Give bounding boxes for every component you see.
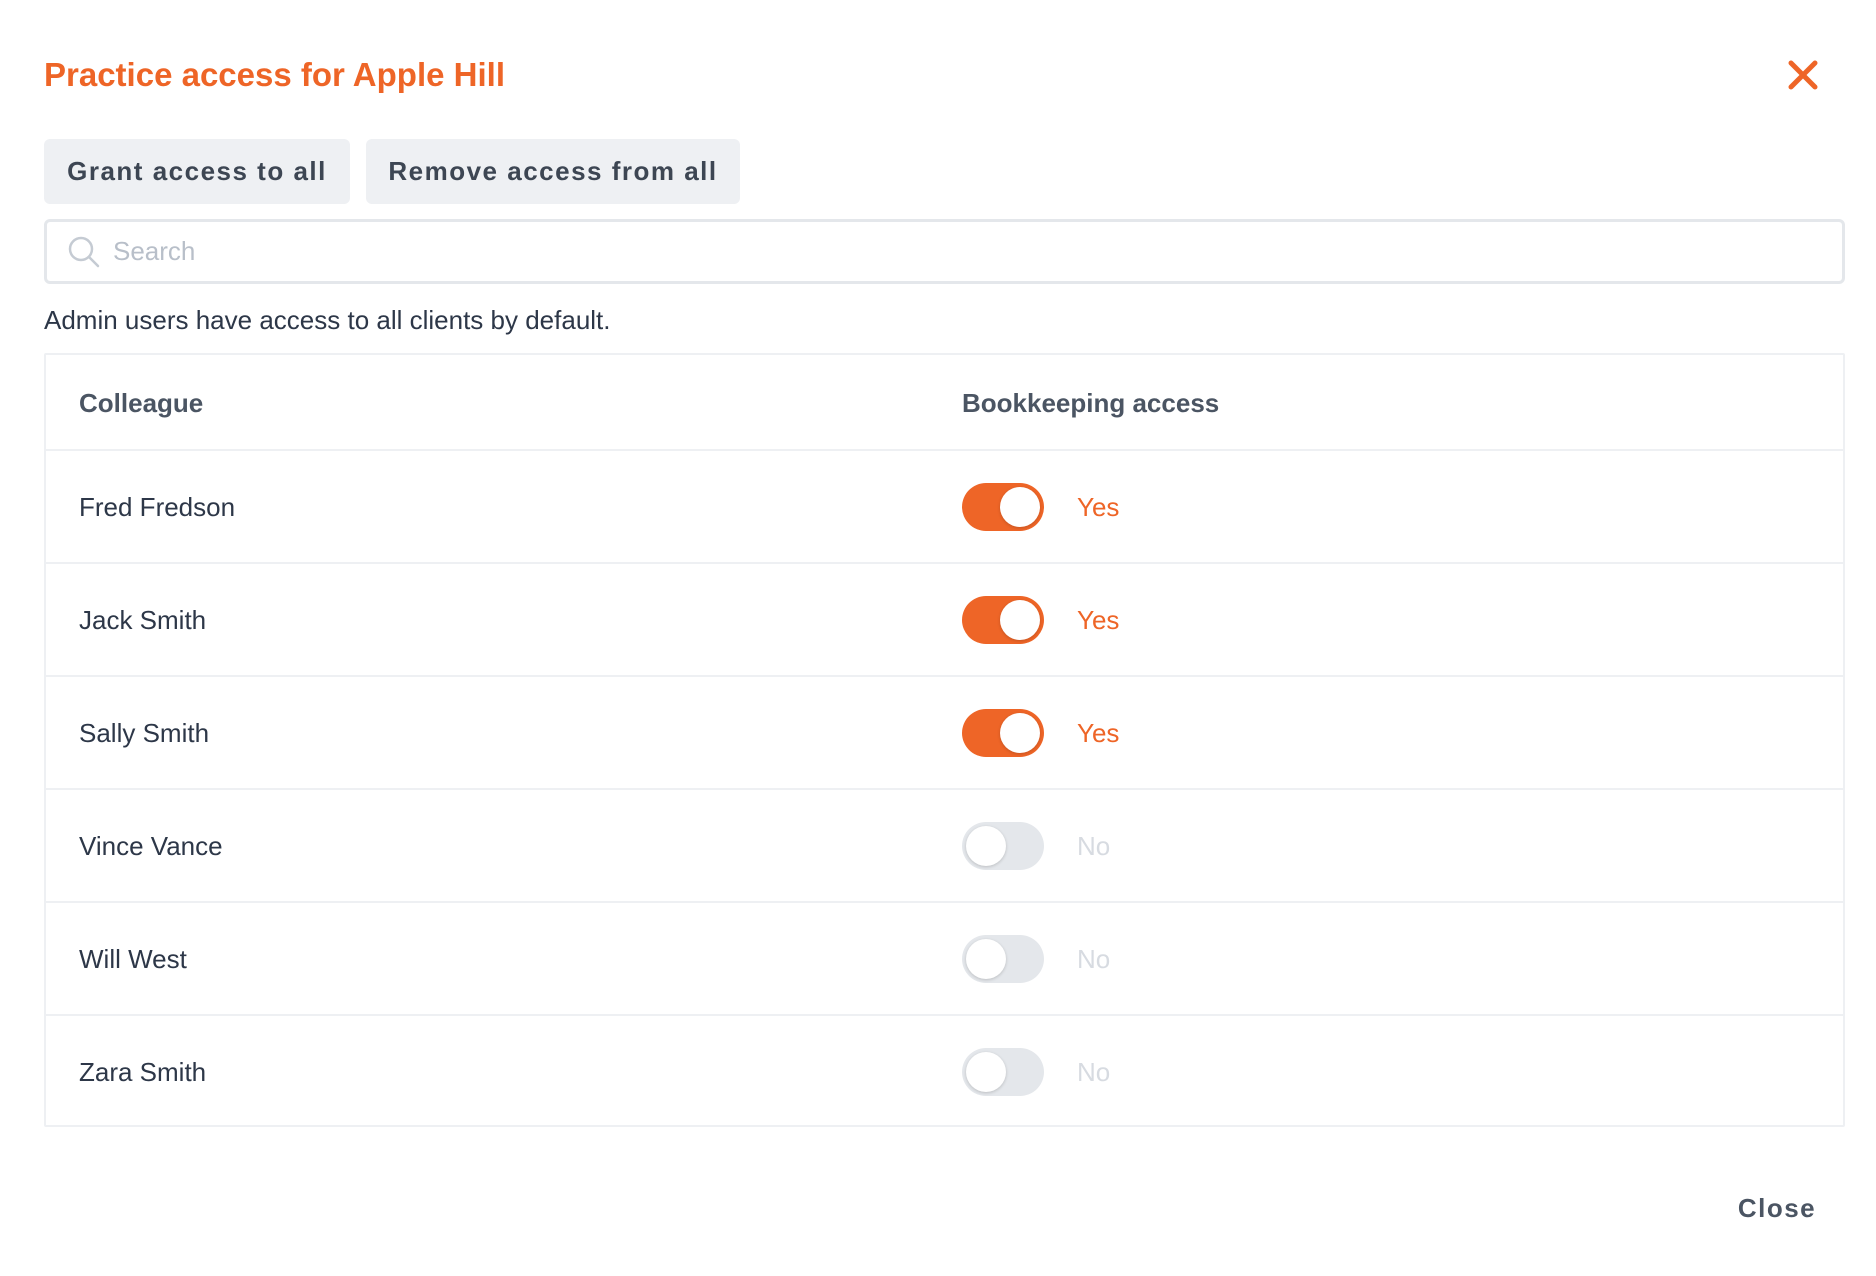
colleague-name: Vince Vance [79,831,223,861]
access-status: Yes [1077,492,1120,522]
remove-access-from-all-button[interactable]: Remove access from all [366,139,740,204]
close-button[interactable]: Close [1722,1183,1832,1233]
access-status: Yes [1077,605,1120,635]
access-toggle[interactable] [962,822,1044,870]
table-row: Fred Fredson Yes [46,451,1843,564]
toggle-knob [966,939,1006,979]
search-icon [67,235,101,269]
colleague-name: Will West [79,944,187,974]
table-header: Colleague Bookkeeping access [46,355,1843,451]
access-toggle[interactable] [962,1048,1044,1096]
access-status: No [1077,1057,1111,1087]
colleague-name: Jack Smith [79,605,207,635]
access-status: No [1077,944,1111,974]
colleague-name: Zara Smith [79,1057,207,1087]
toggle-knob [966,1052,1006,1092]
toggle-knob [1000,487,1040,527]
access-toggle[interactable] [962,596,1044,644]
toggle-knob [966,826,1006,866]
access-toggle[interactable] [962,483,1044,531]
dialog-title: Practice access for Apple Hill [44,56,505,93]
access-toggle[interactable] [962,935,1044,983]
close-icon[interactable] [1786,58,1820,92]
admin-info-text: Admin users have access to all clients b… [44,305,611,335]
search-input[interactable] [113,236,1842,267]
access-status: No [1077,831,1111,861]
column-header-colleague: Colleague [79,387,204,418]
grant-access-to-all-button[interactable]: Grant access to all [44,139,350,204]
table-row: Jack Smith Yes [46,564,1843,677]
table-row: Zara Smith No [46,1016,1843,1129]
access-status: Yes [1077,718,1120,748]
access-toggle[interactable] [962,709,1044,757]
column-header-bookkeeping-access: Bookkeeping access [962,387,1220,418]
colleague-name: Fred Fredson [79,492,236,522]
access-table: Colleague Bookkeeping access Fred Fredso… [44,353,1845,1127]
colleague-name: Sally Smith [79,718,210,748]
practice-access-dialog: Practice access for Apple Hill Grant acc… [0,0,1876,1276]
search-box[interactable] [44,219,1845,284]
toggle-knob [1000,713,1040,753]
table-row: Vince Vance No [46,790,1843,903]
toggle-knob [1000,600,1040,640]
table-row: Sally Smith Yes [46,677,1843,790]
table-row: Will West No [46,903,1843,1016]
